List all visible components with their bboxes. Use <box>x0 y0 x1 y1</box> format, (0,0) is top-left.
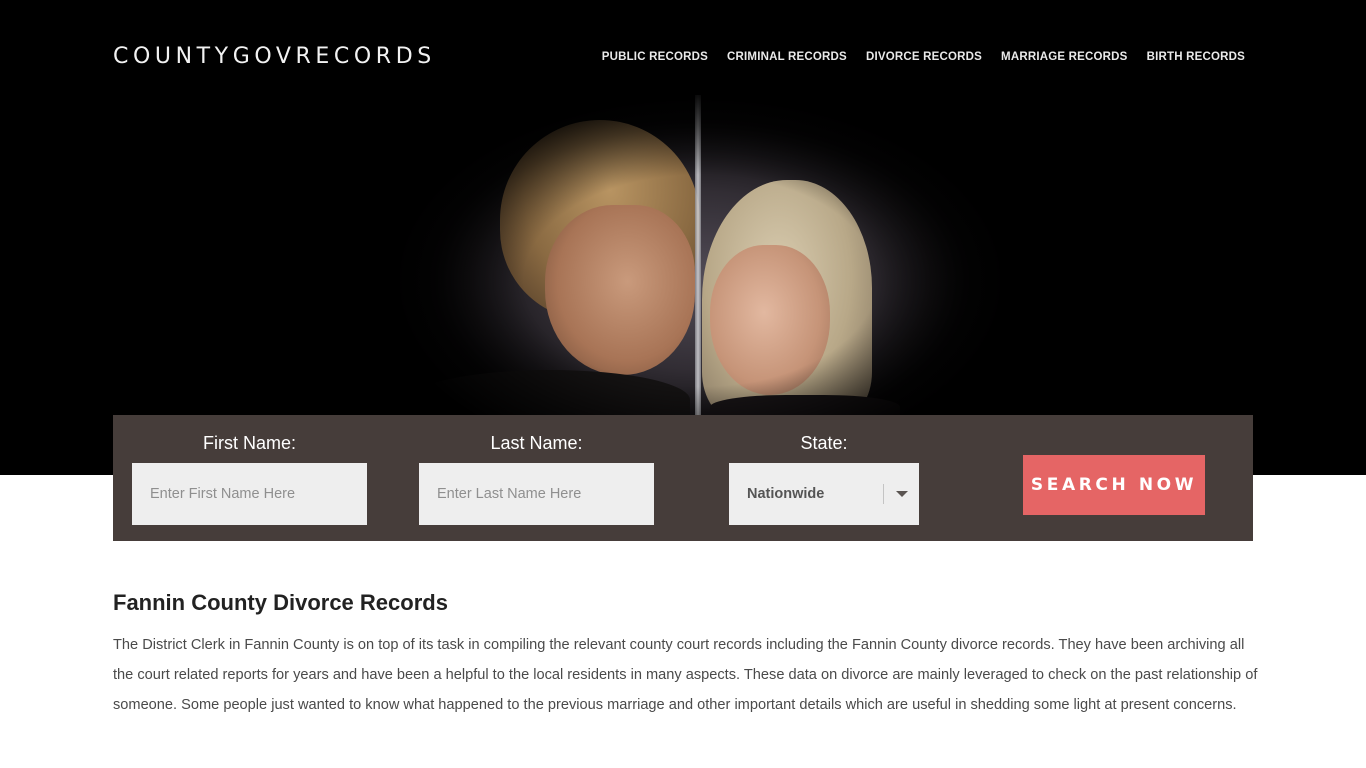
last-name-input[interactable] <box>419 463 654 525</box>
chevron-down-icon[interactable] <box>896 491 908 497</box>
hero-photo <box>380 95 1020 430</box>
state-label: State: <box>800 433 848 453</box>
nav-birth-records[interactable]: BIRTH RECORDS <box>1147 51 1245 63</box>
nav-divorce-records[interactable]: DIVORCE RECORDS <box>866 51 982 63</box>
first-name-input[interactable] <box>132 463 367 525</box>
search-now-button[interactable]: SEARCH NOW <box>1023 455 1205 515</box>
page-title: Fannin County Divorce Records <box>113 590 448 615</box>
first-name-label: First Name: <box>202 433 296 453</box>
nav-criminal-records[interactable]: CRIMINAL RECORDS <box>727 51 847 63</box>
state-selected-value: Nationwide <box>747 486 825 502</box>
article-body: The District Clerk in Fannin County is o… <box>113 637 1258 713</box>
nav-marriage-records[interactable]: MARRIAGE RECORDS <box>1001 51 1128 63</box>
article: Fannin County Divorce Records The Distri… <box>113 590 1258 720</box>
search-form: First Name: Last Name: State: Nationwide… <box>113 415 1253 541</box>
select-separator <box>883 484 884 504</box>
main-nav: PUBLIC RECORDS CRIMINAL RECORDS DIVORCE … <box>602 51 1245 63</box>
state-select[interactable]: Nationwide <box>729 463 919 525</box>
site-logo[interactable]: COUNTYGOVRECORDS <box>113 44 436 69</box>
hero-photo-vignette <box>380 95 1020 415</box>
nav-public-records[interactable]: PUBLIC RECORDS <box>602 51 708 63</box>
site-header: COUNTYGOVRECORDS PUBLIC RECORDS CRIMINAL… <box>113 0 1253 115</box>
last-name-label: Last Name: <box>490 433 583 453</box>
